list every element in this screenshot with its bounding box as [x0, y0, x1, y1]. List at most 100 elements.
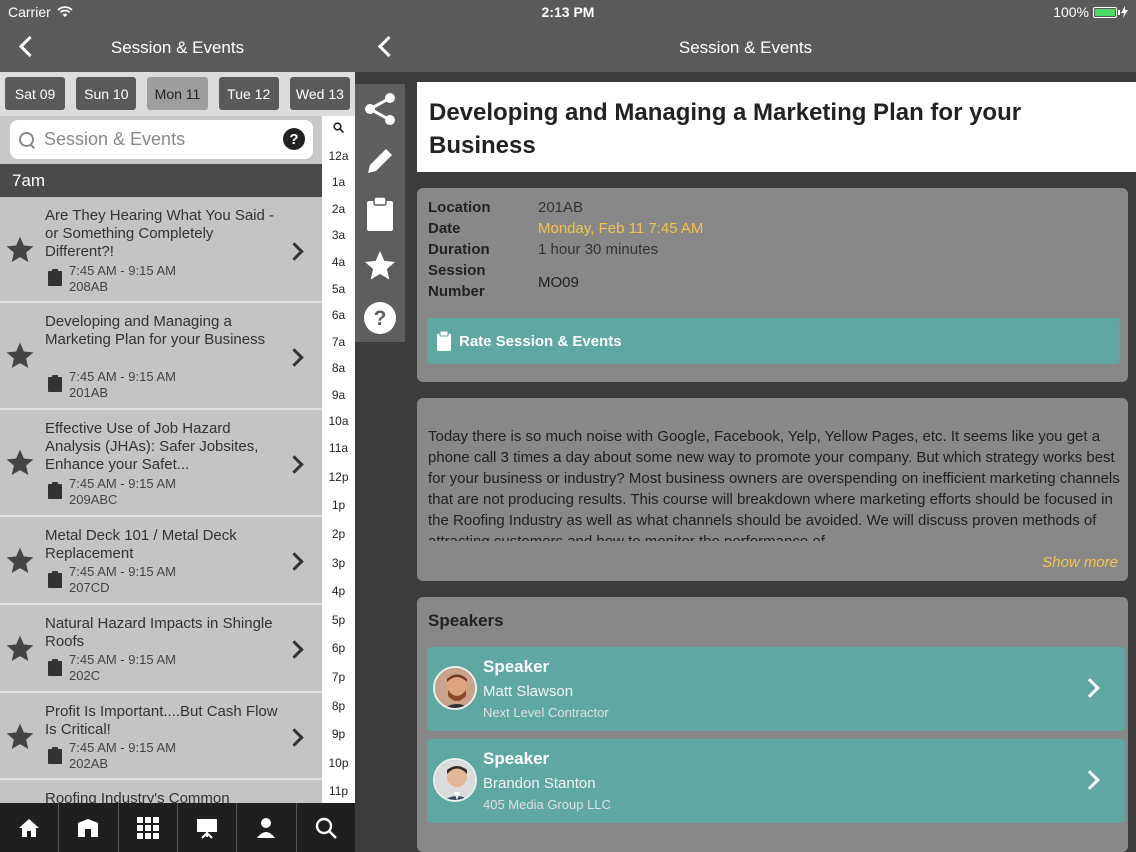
duration-row: Duration 1 hour 30 minutes [428, 241, 658, 258]
help-button[interactable]: ? [360, 298, 400, 338]
date-tab-sat-09[interactable]: Sat 09 [5, 77, 66, 110]
date-row: Date Monday, Feb 11 7:45 AM [428, 220, 703, 237]
index-4a[interactable]: 4a [322, 255, 355, 269]
chevron-right-icon [288, 729, 302, 743]
date-value: Monday, Feb 11 7:45 AM [538, 220, 704, 237]
favorite-button[interactable] [360, 246, 400, 286]
index-12p[interactable]: 12p [322, 470, 355, 484]
clipboard-icon [48, 375, 62, 392]
date-tab-mon-11[interactable]: Mon 11 [147, 77, 208, 110]
index-6a[interactable]: 6a [322, 308, 355, 322]
charging-icon [1121, 6, 1128, 18]
index-7a[interactable]: 7a [322, 335, 355, 349]
index-11a[interactable]: 11a [322, 441, 355, 455]
search-input[interactable] [44, 129, 274, 150]
index-search-icon[interactable] [333, 122, 344, 133]
speaker-row[interactable]: Speaker Matt Slawson Next Level Contract… [427, 647, 1125, 731]
date-tab-wed-13[interactable]: Wed 13 [289, 77, 351, 110]
index-8p[interactable]: 8p [322, 699, 355, 713]
avatar [433, 758, 477, 802]
chevron-right-icon [288, 553, 302, 567]
right-nav-title: Session & Events [678, 38, 813, 57]
index-3a[interactable]: 3a [322, 228, 355, 242]
star-icon[interactable] [4, 721, 36, 753]
avatar [433, 666, 477, 710]
index-12a[interactable]: 12a [322, 149, 355, 163]
index-10p[interactable]: 10p [322, 756, 355, 770]
search-box: ? [10, 120, 313, 159]
tab-sessions[interactable] [178, 803, 238, 852]
index-9p[interactable]: 9p [322, 727, 355, 741]
help-icon[interactable]: ? [283, 128, 305, 150]
tab-home[interactable] [0, 803, 60, 852]
index-9a[interactable]: 9a [322, 388, 355, 402]
index-1a[interactable]: 1a [322, 175, 355, 189]
session-time: 7:45 AM - 9:15 AM [69, 263, 176, 278]
rate-session-label: Rate Session & Events [459, 332, 622, 350]
speaker-row[interactable]: Speaker Brandon Stanton 405 Media Group … [427, 739, 1125, 823]
index-5p[interactable]: 5p [322, 613, 355, 627]
rate-session-button[interactable]: Rate Session & Events [427, 318, 1120, 364]
session-row[interactable]: Developing and Managing a Marketing Plan… [0, 303, 322, 410]
index-4p[interactable]: 4p [322, 584, 355, 598]
index-7p[interactable]: 7p [322, 670, 355, 684]
index-6p[interactable]: 6p [322, 641, 355, 655]
index-1p[interactable]: 1p [322, 498, 355, 512]
session-room: 208AB [69, 279, 109, 294]
session-row[interactable]: Effective Use of Job Hazard Analysis (JH… [0, 410, 322, 517]
session-row[interactable]: Natural Hazard Impacts in Shingle Roofs … [0, 605, 322, 693]
session-room: 202C [69, 668, 101, 683]
tab-exhibitors[interactable] [59, 803, 119, 852]
session-list: Are They Hearing What You Said - or Some… [0, 197, 322, 803]
clipboard-icon [367, 196, 393, 231]
battery-icon [1093, 6, 1120, 18]
search-icon [18, 131, 36, 149]
date-tab-sun-10[interactable]: Sun 10 [76, 77, 137, 110]
index-10a[interactable]: 10a [322, 414, 355, 428]
search-bar: ? [0, 116, 322, 164]
clipboard-icon [48, 747, 62, 764]
index-5a[interactable]: 5a [322, 282, 355, 296]
location-value: 201AB [538, 199, 584, 216]
session-number-value: MO09 [538, 274, 579, 291]
date-tab-tue-12[interactable]: Tue 12 [218, 77, 279, 110]
star-icon[interactable] [4, 340, 36, 372]
star-icon[interactable] [4, 633, 36, 665]
clipboard-icon [437, 331, 451, 351]
star-icon[interactable] [4, 234, 36, 266]
number-label: Number [428, 283, 485, 300]
session-title-card: Developing and Managing a Marketing Plan… [417, 82, 1136, 172]
speaker-org: 405 Media Group LLC [483, 797, 611, 812]
tab-speakers[interactable] [237, 803, 297, 852]
duration-value: 1 hour 30 minutes [538, 241, 659, 258]
index-3p[interactable]: 3p [322, 556, 355, 570]
clipboard-icon [48, 571, 62, 588]
session-info-card: Location 201AB Date Monday, Feb 11 7:45 AM… [417, 188, 1128, 382]
star-icon[interactable] [4, 447, 36, 479]
show-more-link[interactable]: Show more [1042, 554, 1118, 571]
speakers-card: Speakers Speaker Matt Slawson Next Level… [417, 597, 1128, 852]
speaker-name: Brandon Stanton [483, 775, 596, 792]
speaker-org: Next Level Contractor [483, 705, 609, 720]
session-row[interactable]: Profit Is Important....But Cash Flow Is … [0, 693, 322, 780]
index-2a[interactable]: 2a [322, 202, 355, 216]
session-row[interactable]: Metal Deck 101 / Metal Deck Replacement … [0, 517, 322, 605]
grid-icon [136, 816, 159, 839]
session-row[interactable]: Roofing Industry's Common [0, 780, 322, 803]
session-title: Metal Deck 101 / Metal Deck Replacement [45, 527, 237, 562]
session-row[interactable]: Are They Hearing What You Said - or Some… [0, 197, 322, 303]
index-8a[interactable]: 8a [322, 361, 355, 375]
index-2p[interactable]: 2p [322, 527, 355, 541]
tab-grid[interactable] [119, 803, 178, 852]
speakers-heading: Speakers [428, 611, 504, 630]
star-icon[interactable] [4, 545, 36, 577]
survey-button[interactable] [360, 194, 400, 234]
session-detail-pane: Session & Events ? Developing and Managi… [355, 0, 1136, 852]
notes-button[interactable] [360, 141, 400, 181]
clipboard-icon [48, 659, 62, 676]
share-button[interactable] [360, 89, 400, 129]
tab-search[interactable] [297, 803, 355, 852]
session-label: Session [428, 262, 486, 279]
index-11p[interactable]: 11p [322, 784, 355, 798]
hour-index[interactable]: 12a 1a 2a 3a 4a 5a 6a 7a 8a 9a 10a 11a 1… [322, 116, 355, 803]
